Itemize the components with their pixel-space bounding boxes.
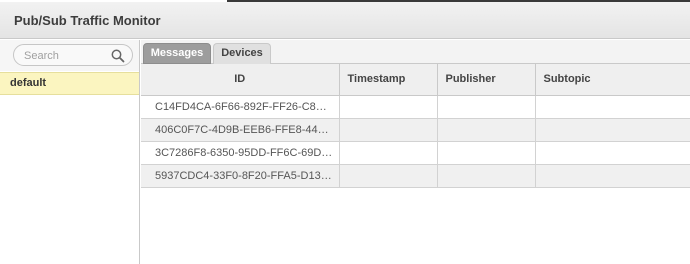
cell-timestamp — [339, 164, 438, 188]
column-header-timestamp[interactable]: Timestamp — [339, 64, 438, 96]
cell-publisher — [437, 95, 536, 119]
messages-table: ID Timestamp Publisher Subtopic C14FD4CA… — [141, 64, 690, 188]
table-row[interactable]: 406C0F7C-4D9B-EEB6-FFE8-44FA82… — [141, 118, 690, 142]
channel-item-label: default — [10, 77, 47, 89]
search-icon[interactable] — [110, 48, 126, 64]
cell-timestamp — [339, 141, 438, 165]
cell-subtopic — [535, 141, 690, 165]
search-input[interactable] — [24, 48, 109, 63]
search-box[interactable] — [13, 44, 133, 66]
channel-item-default[interactable]: default — [0, 72, 139, 95]
app-title: Pub/Sub Traffic Monitor — [14, 13, 161, 28]
cell-id: 3C7286F8-6350-95DD-FF6C-69D058… — [141, 141, 340, 165]
tab-bar: Messages Devices — [141, 40, 690, 64]
cell-publisher — [437, 141, 536, 165]
cell-id: 406C0F7C-4D9B-EEB6-FFE8-44FA82… — [141, 118, 340, 142]
column-header-subtopic[interactable]: Subtopic — [535, 64, 690, 96]
cell-publisher — [437, 164, 536, 188]
table-row[interactable]: 3C7286F8-6350-95DD-FF6C-69D058… — [141, 141, 690, 165]
cell-timestamp — [339, 95, 438, 119]
app-header: Pub/Sub Traffic Monitor — [0, 2, 690, 39]
cell-publisher — [437, 118, 536, 142]
main-panel: Messages Devices ID Timestamp Publisher … — [141, 40, 690, 264]
cell-id: 5937CDC4-33F0-8F20-FFA5-D1393D… — [141, 164, 340, 188]
cell-id: C14FD4CA-6F66-892F-FF26-C81F00… — [141, 95, 340, 119]
tab-devices[interactable]: Devices — [213, 43, 271, 64]
sidebar: default — [0, 40, 140, 264]
search-area — [0, 40, 139, 71]
tab-messages[interactable]: Messages — [143, 43, 211, 64]
column-header-publisher[interactable]: Publisher — [437, 64, 536, 96]
cell-subtopic — [535, 164, 690, 188]
table-row[interactable]: 5937CDC4-33F0-8F20-FFA5-D1393D… — [141, 164, 690, 188]
column-header-id[interactable]: ID — [141, 64, 340, 96]
table-row[interactable]: C14FD4CA-6F66-892F-FF26-C81F00… — [141, 95, 690, 119]
table-header-row: ID Timestamp Publisher Subtopic — [141, 64, 690, 96]
cell-subtopic — [535, 95, 690, 119]
cell-subtopic — [535, 118, 690, 142]
cell-timestamp — [339, 118, 438, 142]
